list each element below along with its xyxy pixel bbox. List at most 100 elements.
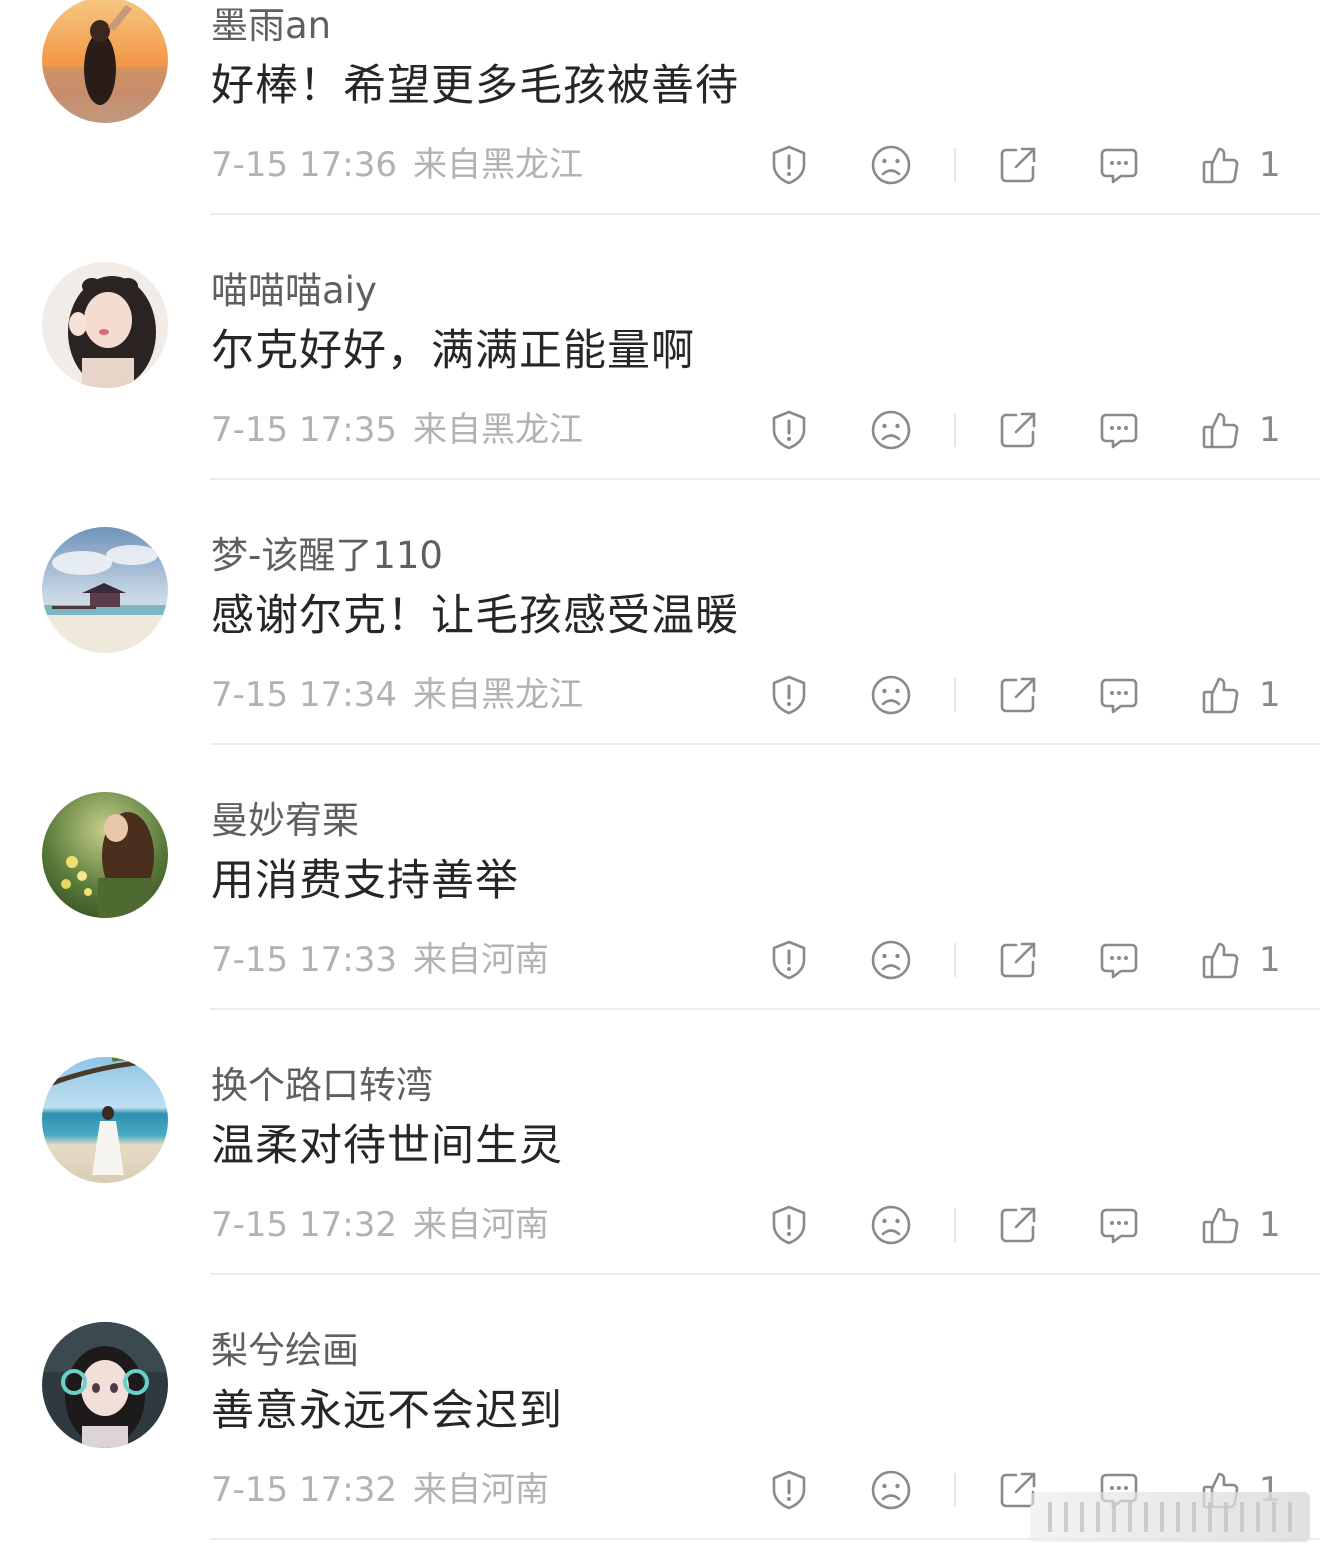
username[interactable]: 墨雨an <box>211 1 331 51</box>
username[interactable]: 换个路口转湾 <box>211 1061 433 1111</box>
frown-face-icon <box>871 940 911 980</box>
comment-time: 7-15 17:32 <box>211 1205 397 1245</box>
action-separator <box>954 678 956 712</box>
username[interactable]: 梦-该醒了110 <box>211 531 443 581</box>
avatar[interactable] <box>42 1322 168 1448</box>
report-button[interactable] <box>767 408 811 452</box>
avatar-image <box>42 527 168 653</box>
comment-time: 7-15 17:36 <box>211 145 397 185</box>
frown-face-icon <box>871 410 911 450</box>
comment-bubble-icon <box>1100 943 1138 979</box>
frown-face-icon <box>871 145 911 185</box>
frown-face-icon <box>871 675 911 715</box>
comment-item: 喵喵喵aiy 尔克好好，满满正能量啊 7-15 17:35 来自黑龙江 1 <box>0 215 1320 480</box>
dislike-button[interactable] <box>869 1468 913 1512</box>
comment-location: 来自黑龙江 <box>412 410 583 450</box>
report-button[interactable] <box>767 1468 811 1512</box>
avatar[interactable] <box>42 527 168 653</box>
username[interactable]: 曼妙宥栗 <box>211 796 359 846</box>
like-count: 1 <box>1259 940 1281 980</box>
dislike-button[interactable] <box>869 1203 913 1247</box>
action-separator <box>954 148 956 182</box>
report-shield-icon <box>772 1470 806 1510</box>
report-shield-icon <box>772 675 806 715</box>
share-button[interactable] <box>996 938 1040 982</box>
share-button[interactable] <box>996 143 1040 187</box>
reply-button[interactable] <box>1097 408 1141 452</box>
frown-face-icon <box>871 1470 911 1510</box>
comment-item: 墨雨an 好棒！希望更多毛孩被善待 7-15 17:36 来自黑龙江 1 <box>0 0 1320 215</box>
comment-bubble-icon <box>1100 1208 1138 1244</box>
like-count: 1 <box>1259 145 1281 185</box>
like-count: 1 <box>1259 675 1281 715</box>
comment-text: 用消费支持善举 <box>211 856 519 906</box>
avatar-image <box>42 0 168 123</box>
comment-meta: 7-15 17:32 来自河南 <box>211 1202 549 1248</box>
action-separator <box>954 413 956 447</box>
reply-button[interactable] <box>1097 673 1141 717</box>
report-button[interactable] <box>767 1203 811 1247</box>
username[interactable]: 梨兮绘画 <box>211 1326 359 1376</box>
action-separator <box>954 1208 956 1242</box>
dislike-button[interactable] <box>869 408 913 452</box>
like-button[interactable] <box>1199 1203 1243 1247</box>
reply-button[interactable] <box>1097 143 1141 187</box>
avatar[interactable] <box>42 792 168 918</box>
comment-item: 换个路口转湾 温柔对待世间生灵 7-15 17:32 来自河南 1 <box>0 1010 1320 1275</box>
comment-time: 7-15 17:35 <box>211 410 397 450</box>
frown-face-icon <box>871 1205 911 1245</box>
share-button[interactable] <box>996 408 1040 452</box>
report-button[interactable] <box>767 938 811 982</box>
comment-time: 7-15 17:33 <box>211 940 397 980</box>
avatar-image <box>42 1057 168 1183</box>
comment-list: 墨雨an 好棒！希望更多毛孩被善待 7-15 17:36 来自黑龙江 1 喵喵喵… <box>0 0 1320 1540</box>
comment-meta: 7-15 17:33 来自河南 <box>211 937 549 983</box>
avatar[interactable] <box>42 262 168 388</box>
dislike-button[interactable] <box>869 938 913 982</box>
avatar-image <box>42 262 168 388</box>
comment-text: 善意永远不会迟到 <box>211 1386 563 1436</box>
avatar[interactable] <box>42 0 168 123</box>
share-external-icon <box>1000 147 1036 183</box>
action-separator <box>954 943 956 977</box>
report-button[interactable] <box>767 673 811 717</box>
reply-button[interactable] <box>1097 938 1141 982</box>
report-shield-icon <box>772 940 806 980</box>
comment-bubble-icon <box>1100 678 1138 714</box>
comment-bubble-icon <box>1100 413 1138 449</box>
dislike-button[interactable] <box>869 673 913 717</box>
dislike-button[interactable] <box>869 143 913 187</box>
like-button[interactable] <box>1199 143 1243 187</box>
reply-button[interactable] <box>1097 1203 1141 1247</box>
thumbs-up-icon <box>1202 147 1239 184</box>
username[interactable]: 喵喵喵aiy <box>211 266 377 316</box>
share-external-icon <box>1000 942 1036 978</box>
thumbs-up-icon <box>1202 1207 1239 1244</box>
report-shield-icon <box>772 410 806 450</box>
comment-location: 来自黑龙江 <box>412 675 583 715</box>
like-button[interactable] <box>1199 938 1243 982</box>
like-count: 1 <box>1259 410 1281 450</box>
comment-bubble-icon <box>1100 148 1138 184</box>
report-button[interactable] <box>767 143 811 187</box>
share-external-icon <box>1000 412 1036 448</box>
like-button[interactable] <box>1199 673 1243 717</box>
like-button[interactable] <box>1199 408 1243 452</box>
comment-text: 温柔对待世间生灵 <box>211 1121 563 1171</box>
comment-item: 梦-该醒了110 感谢尔克！让毛孩感受温暖 7-15 17:34 来自黑龙江 1 <box>0 480 1320 745</box>
comment-meta: 7-15 17:35 来自黑龙江 <box>211 407 583 453</box>
comment-location: 来自河南 <box>412 1205 549 1245</box>
report-shield-icon <box>772 1205 806 1245</box>
comment-meta: 7-15 17:32 来自河南 <box>211 1467 549 1513</box>
avatar[interactable] <box>42 1057 168 1183</box>
share-external-icon <box>1000 677 1036 713</box>
report-shield-icon <box>772 145 806 185</box>
share-button[interactable] <box>996 673 1040 717</box>
comment-item: 曼妙宥栗 用消费支持善举 7-15 17:33 来自河南 1 <box>0 745 1320 1010</box>
thumbs-up-icon <box>1202 677 1239 714</box>
share-button[interactable] <box>996 1203 1040 1247</box>
comment-meta: 7-15 17:34 来自黑龙江 <box>211 672 583 718</box>
comment-location: 来自河南 <box>412 940 549 980</box>
comment-time: 7-15 17:32 <box>211 1470 397 1510</box>
thumbs-up-icon <box>1202 412 1239 449</box>
